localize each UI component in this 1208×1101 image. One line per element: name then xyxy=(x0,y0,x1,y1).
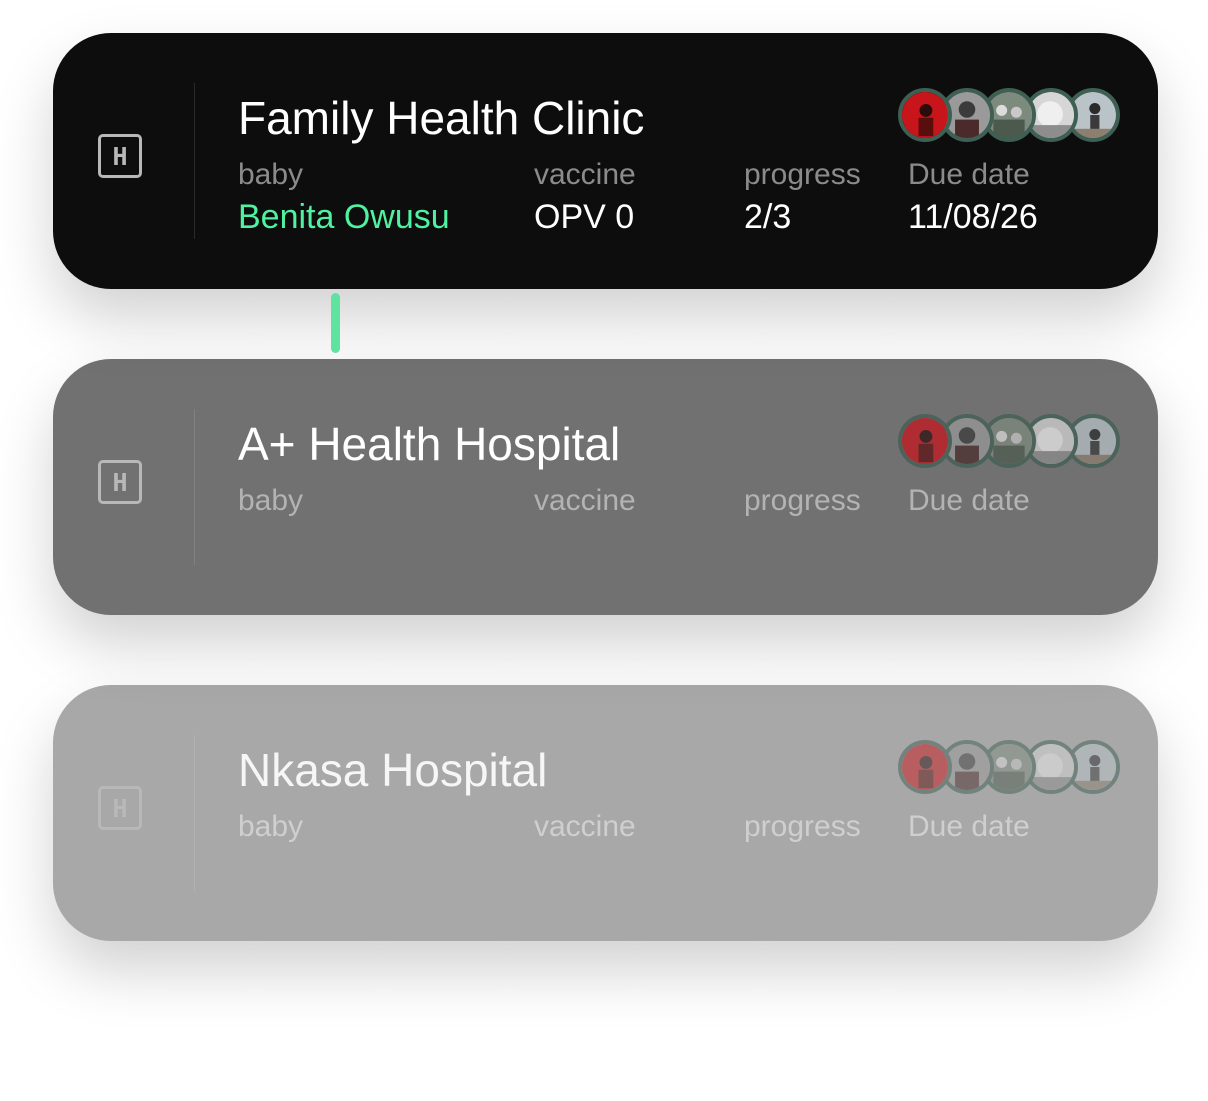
due-date-label: Due date xyxy=(908,158,1030,191)
baby-label: baby xyxy=(238,158,304,191)
avatar-group[interactable] xyxy=(898,414,1128,474)
card-divider xyxy=(194,409,195,565)
vaccine-label: vaccine xyxy=(534,810,636,843)
clinic-card-family-health[interactable]: H Family Health Clinic baby vaccine prog… xyxy=(53,33,1158,289)
hospital-icon: H xyxy=(98,134,142,178)
avatar-group[interactable] xyxy=(898,740,1128,800)
clinic-card-nkasa[interactable]: H Nkasa Hospital baby vaccine progress D… xyxy=(53,685,1158,941)
avatar[interactable] xyxy=(898,414,952,468)
vaccine-value: OPV 0 xyxy=(534,198,635,236)
card-divider xyxy=(194,735,195,891)
hospital-icon: H xyxy=(98,460,142,504)
clinic-title: A+ Health Hospital xyxy=(238,418,621,470)
progress-value: 2/3 xyxy=(744,198,792,236)
vaccine-label: vaccine xyxy=(534,484,636,517)
baby-name[interactable]: Benita Owusu xyxy=(238,197,450,237)
vaccine-label: vaccine xyxy=(534,158,636,191)
hospital-icon: H xyxy=(98,786,142,830)
due-date-value: 11/08/26 xyxy=(908,198,1038,236)
due-date-label: Due date xyxy=(908,810,1030,843)
baby-label: baby xyxy=(238,810,304,843)
baby-label: baby xyxy=(238,484,304,517)
card-divider xyxy=(194,83,195,239)
progress-label: progress xyxy=(744,484,861,517)
progress-label: progress xyxy=(744,810,861,843)
clinic-title: Family Health Clinic xyxy=(238,92,645,144)
progress-label: progress xyxy=(744,158,861,191)
clinic-card-a-plus-health[interactable]: H A+ Health Hospital baby vaccine progre… xyxy=(53,359,1158,615)
timeline-connector xyxy=(331,293,340,353)
clinic-title: Nkasa Hospital xyxy=(238,744,548,796)
avatar[interactable] xyxy=(898,740,952,794)
avatar-group[interactable] xyxy=(898,88,1128,148)
due-date-label: Due date xyxy=(908,484,1030,517)
avatar[interactable] xyxy=(898,88,952,142)
